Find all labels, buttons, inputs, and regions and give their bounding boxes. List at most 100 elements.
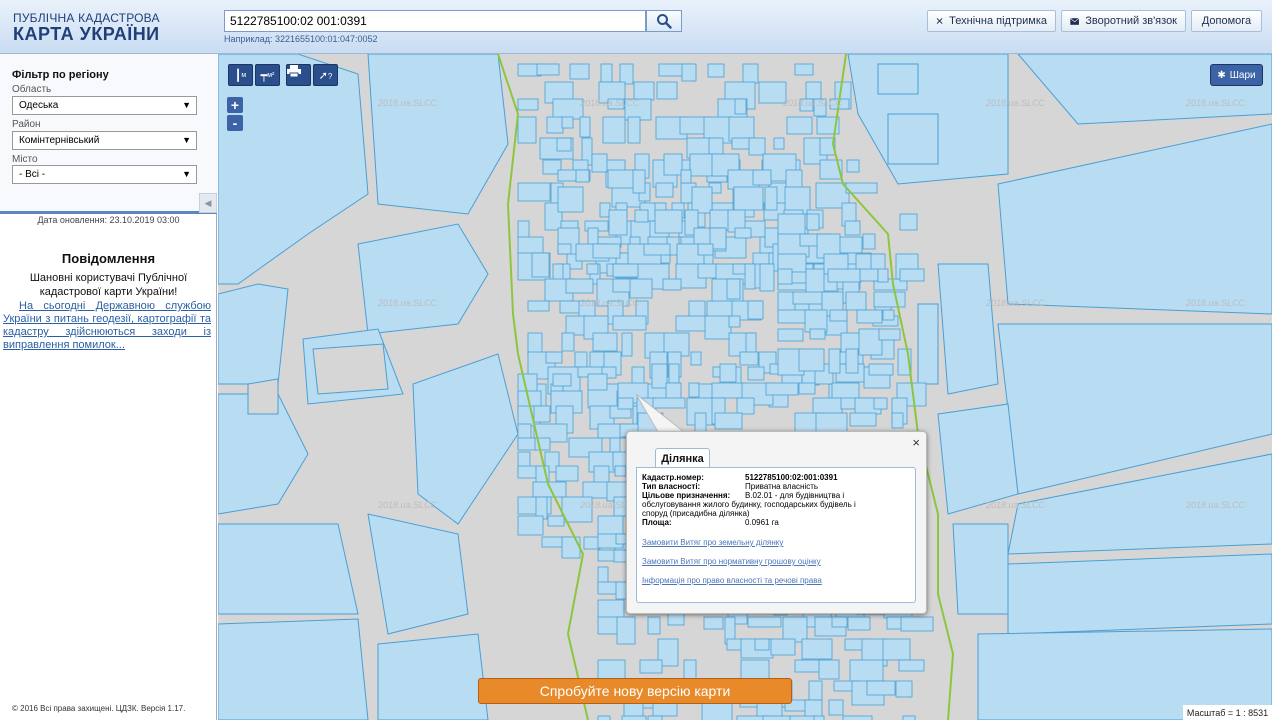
- land-parcel[interactable]: [736, 397, 755, 415]
- land-parcel[interactable]: [662, 278, 682, 291]
- city-select[interactable]: - Всі - ▼: [12, 165, 197, 184]
- land-parcel[interactable]: [629, 278, 653, 299]
- land-parcel[interactable]: [831, 616, 848, 628]
- print-button[interactable]: [286, 64, 311, 86]
- land-parcel[interactable]: [557, 186, 584, 213]
- land-parcel[interactable]: [754, 638, 770, 651]
- land-parcel[interactable]: [536, 63, 560, 76]
- search-button[interactable]: [646, 10, 682, 32]
- land-parcel[interactable]: [675, 315, 709, 332]
- land-parcel[interactable]: [744, 263, 756, 290]
- land-parcel[interactable]: [891, 412, 904, 429]
- land-parcel[interactable]: [846, 159, 860, 173]
- land-parcel[interactable]: [592, 332, 618, 352]
- new-version-button[interactable]: Спробуйте нову версію карти: [478, 678, 792, 704]
- land-parcel[interactable]: [517, 116, 537, 144]
- land-parcel[interactable]: [831, 382, 860, 401]
- land-parcel[interactable]: [600, 63, 613, 83]
- land-parcel[interactable]: [899, 213, 918, 231]
- land-parcel[interactable]: [608, 209, 628, 236]
- land-parcel[interactable]: [597, 599, 625, 619]
- land-parcel[interactable]: [574, 351, 588, 368]
- land-parcel[interactable]: [561, 536, 581, 559]
- land-parcel[interactable]: [557, 243, 572, 255]
- land-parcel[interactable]: [619, 63, 634, 85]
- land-parcel[interactable]: [844, 220, 861, 236]
- land-parcel[interactable]: [882, 309, 895, 321]
- land-parcel[interactable]: [704, 315, 732, 340]
- land-parcel[interactable]: [654, 209, 683, 234]
- land-parcel[interactable]: [612, 315, 647, 331]
- zoom-out-button[interactable]: -: [227, 115, 243, 131]
- land-parcel[interactable]: [547, 515, 565, 527]
- measure-length-button[interactable]: ┃ м: [228, 64, 253, 86]
- land-parcel[interactable]: [707, 63, 725, 78]
- land-parcel[interactable]: [777, 268, 793, 285]
- land-parcel[interactable]: [656, 81, 678, 100]
- feedback-button[interactable]: Зворотний зв'язок: [1061, 10, 1186, 32]
- land-parcel[interactable]: [895, 680, 913, 698]
- land-parcel[interactable]: [728, 315, 741, 328]
- land-parcel[interactable]: [900, 616, 934, 632]
- land-parcel[interactable]: [777, 213, 806, 238]
- land-parcel[interactable]: [561, 116, 574, 129]
- land-parcel[interactable]: [829, 309, 848, 322]
- land-parcel[interactable]: [859, 268, 879, 282]
- land-parcel[interactable]: [533, 405, 551, 423]
- land-parcel[interactable]: [621, 332, 633, 357]
- collapse-sidebar-button[interactable]: ◀: [199, 193, 217, 213]
- land-parcel[interactable]: [770, 638, 796, 656]
- land-parcel[interactable]: [546, 116, 564, 134]
- land-parcel[interactable]: [517, 182, 551, 202]
- land-parcel[interactable]: [845, 291, 867, 311]
- land-parcel[interactable]: [849, 659, 884, 685]
- land-parcel[interactable]: [818, 659, 840, 680]
- land-parcel[interactable]: [827, 268, 862, 283]
- land-parcel[interactable]: [532, 481, 567, 498]
- land-parcel[interactable]: [808, 680, 823, 701]
- land-parcel[interactable]: [545, 351, 563, 364]
- land-parcel[interactable]: [711, 382, 745, 399]
- close-icon[interactable]: ×: [912, 435, 920, 450]
- land-parcel[interactable]: [617, 397, 634, 410]
- land-parcel[interactable]: [752, 169, 772, 186]
- land-parcel[interactable]: [634, 209, 649, 223]
- land-parcel[interactable]: [587, 373, 608, 391]
- land-parcel[interactable]: [592, 243, 621, 259]
- land-parcel[interactable]: [747, 300, 764, 320]
- land-parcel[interactable]: [703, 616, 724, 630]
- land-parcel[interactable]: [806, 213, 820, 231]
- region-select[interactable]: Одеська ▼: [12, 96, 197, 115]
- land-parcel[interactable]: [777, 309, 809, 324]
- land-parcel[interactable]: [866, 680, 896, 696]
- land-parcel[interactable]: [680, 169, 692, 184]
- land-parcel[interactable]: [552, 373, 572, 387]
- land-parcel[interactable]: [882, 638, 911, 661]
- land-parcel[interactable]: [804, 699, 823, 718]
- land-parcel[interactable]: [786, 116, 813, 135]
- land-parcel[interactable]: [583, 536, 601, 550]
- land-parcel[interactable]: [709, 209, 731, 231]
- map-canvas[interactable]: 2018.ua.SLCC 2018.ua.SLCC 2018.ua.SLCC 2…: [218, 54, 1272, 720]
- land-parcel[interactable]: [747, 366, 765, 381]
- land-parcel[interactable]: [552, 98, 584, 120]
- tab-parcel[interactable]: Ділянка: [655, 448, 710, 468]
- land-parcel[interactable]: [734, 227, 752, 239]
- land-parcel[interactable]: [614, 465, 627, 477]
- land-parcel[interactable]: [728, 116, 755, 142]
- land-parcel[interactable]: [706, 300, 736, 319]
- land-parcel[interactable]: [555, 465, 579, 482]
- land-parcel[interactable]: [809, 328, 826, 340]
- land-parcel[interactable]: [773, 137, 785, 150]
- logo[interactable]: ПУБЛІЧНА КАДАСТРОВА КАРТА УКРАЇНИ: [13, 12, 160, 44]
- land-parcel[interactable]: [878, 328, 901, 341]
- land-parcel[interactable]: [862, 233, 876, 250]
- land-parcel[interactable]: [632, 169, 646, 194]
- land-parcel[interactable]: [828, 699, 844, 716]
- land-parcel[interactable]: [762, 715, 794, 720]
- land-parcel[interactable]: [621, 715, 647, 720]
- land-parcel[interactable]: [765, 382, 799, 396]
- land-parcel[interactable]: [597, 715, 611, 720]
- land-parcel[interactable]: [828, 348, 841, 374]
- land-parcel[interactable]: [616, 616, 636, 645]
